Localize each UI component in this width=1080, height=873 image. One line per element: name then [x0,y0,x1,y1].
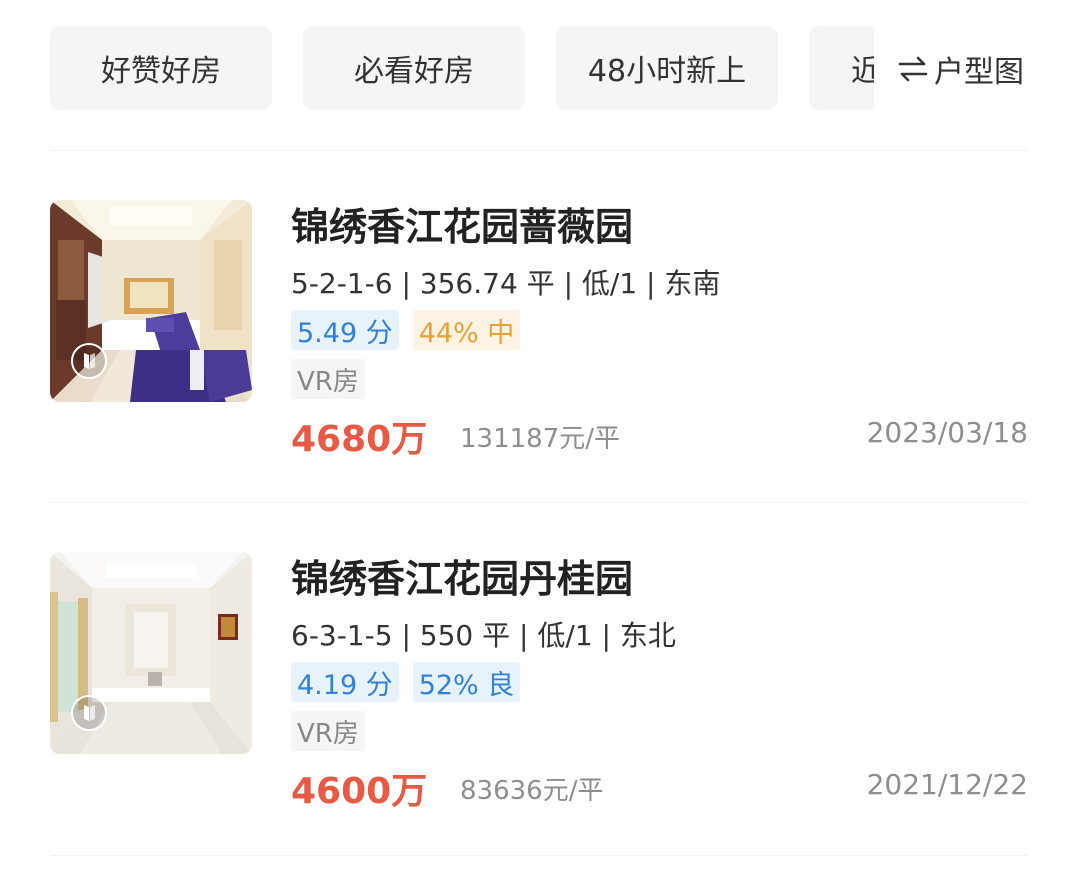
listing-specs: 6-3-1-5 | 550 平 | 低/1 | 东北 [291,619,676,652]
total-price: 4600万 [291,771,428,812]
filter-chip-recent[interactable]: 近 [809,26,874,110]
divider [50,150,1028,151]
filter-bar: 好赞好房 必看好房 48小时新上 近 户型图 [0,0,1080,150]
divider [50,502,1028,503]
score-badge: 4.19 分 [291,662,399,702]
listing-thumbnail[interactable] [50,200,252,402]
percentile-badge: 44% 中 [412,310,521,350]
listing-tags: 5.49 分 44% 中 [291,310,521,350]
floorplan-toggle-label: 户型图 [934,55,1024,90]
listing-tags: 4.19 分 52% 良 [291,662,521,702]
total-price: 4680万 [291,419,428,460]
filter-chip-new-48h[interactable]: 48小时新上 [556,26,778,110]
vr-play-icon [71,343,107,379]
filter-chip-must-see[interactable]: 必看好房 [303,26,525,110]
vr-badge: VR房 [291,359,365,399]
percentile-badge: 52% 良 [412,662,521,702]
divider [50,855,1028,856]
listing-title[interactable]: 锦绣香江花园蔷薇园 [291,196,633,251]
unit-price: 131187元/平 [460,424,621,454]
unit-price: 83636元/平 [460,776,604,806]
listing-card[interactable]: 锦绣香江花园丹桂园 6-3-1-5 | 550 平 | 低/1 | 东北 4.1… [50,520,1028,820]
listing-card[interactable]: 锦绣香江花园蔷薇园 5-2-1-6 | 356.74 平 | 低/1 | 东南 … [50,168,1028,468]
listing-date: 2021/12/22 [866,768,1028,801]
vr-badge: VR房 [291,711,365,751]
floorplan-toggle-button[interactable]: 户型图 [896,44,1024,94]
vr-play-icon [71,695,107,731]
filter-chip-scroll[interactable]: 好赞好房 必看好房 48小时新上 近 [50,26,874,112]
filter-chip-good-homes[interactable]: 好赞好房 [50,26,272,110]
listing-title[interactable]: 锦绣香江花园丹桂园 [291,548,633,603]
score-badge: 5.49 分 [291,310,399,350]
listing-thumbnail[interactable] [50,552,252,754]
listing-date: 2023/03/18 [866,416,1028,449]
swap-arrows-icon [898,56,928,82]
listing-specs: 5-2-1-6 | 356.74 平 | 低/1 | 东南 [291,267,721,300]
